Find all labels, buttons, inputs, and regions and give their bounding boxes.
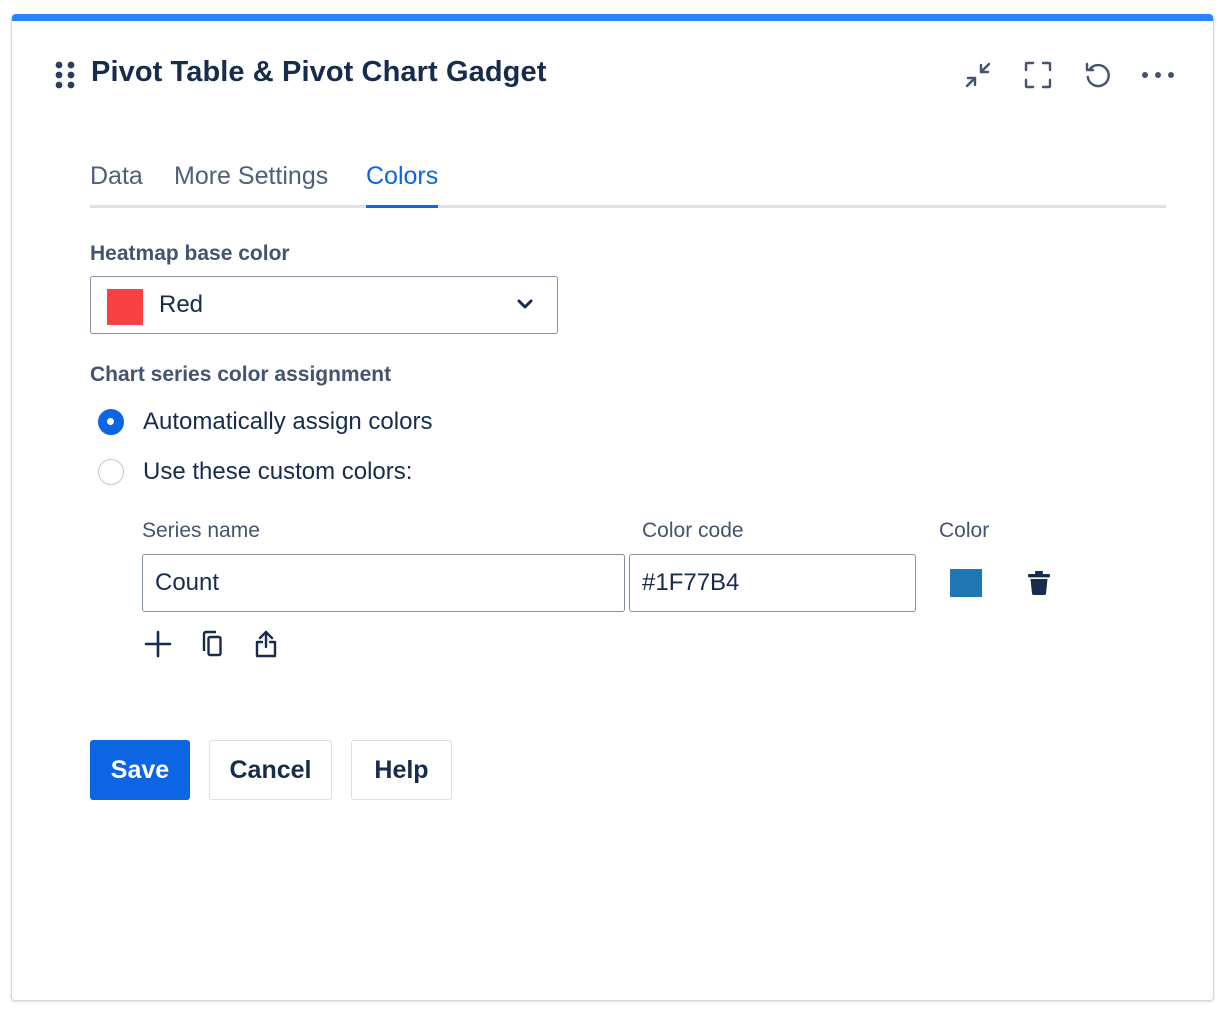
more-options-button[interactable] xyxy=(1139,58,1177,92)
tab-more-settings[interactable]: More Settings xyxy=(174,159,328,205)
header-actions xyxy=(959,58,1177,92)
trash-icon xyxy=(1028,571,1050,595)
export-button[interactable] xyxy=(250,628,282,660)
minimize-icon xyxy=(965,62,991,88)
settings-tabs: Data More Settings Colors xyxy=(90,159,1166,208)
refresh-button[interactable] xyxy=(1079,58,1117,92)
radio-auto-assign[interactable]: Automatically assign colors xyxy=(98,408,432,436)
heatmap-color-select[interactable]: Red xyxy=(90,276,558,334)
radio-custom-colors-control[interactable] xyxy=(98,459,124,485)
radio-auto-assign-control[interactable] xyxy=(98,409,124,435)
radio-custom-colors-label: Use these custom colors: xyxy=(143,458,413,485)
copy-icon xyxy=(202,630,222,657)
tab-data[interactable]: Data xyxy=(90,159,143,205)
col-head-color: Color xyxy=(939,519,990,542)
gadget-accent-bar xyxy=(12,14,1213,21)
help-button[interactable]: Help xyxy=(351,740,452,800)
series-color-swatch[interactable] xyxy=(950,569,982,597)
col-head-color-code: Color code xyxy=(642,519,744,542)
heatmap-color-value: Red xyxy=(159,291,204,318)
series-assignment-label: Chart series color assignment xyxy=(90,363,392,386)
row-actions xyxy=(142,628,282,660)
more-icon xyxy=(1142,72,1174,78)
tab-colors[interactable]: Colors xyxy=(366,159,439,208)
series-name-input[interactable] xyxy=(142,554,625,612)
fullscreen-button[interactable] xyxy=(1019,58,1057,92)
chevron-down-icon xyxy=(517,299,533,309)
heatmap-color-swatch xyxy=(107,289,143,325)
add-icon xyxy=(144,630,172,658)
col-head-series-name: Series name xyxy=(142,519,260,542)
fullscreen-icon xyxy=(1024,61,1052,89)
radio-custom-colors[interactable]: Use these custom colors: xyxy=(98,458,412,486)
delete-row-button[interactable] xyxy=(1027,570,1051,601)
minimize-button[interactable] xyxy=(959,58,997,92)
color-code-input[interactable] xyxy=(629,554,916,612)
gadget-title: Pivot Table & Pivot Chart Gadget xyxy=(91,56,547,88)
gadget-panel: Pivot Table & Pivot Chart Gadget Data Mo… xyxy=(11,14,1214,1001)
save-button[interactable]: Save xyxy=(90,740,190,800)
cancel-button[interactable]: Cancel xyxy=(209,740,332,800)
copy-row-button[interactable] xyxy=(196,628,228,660)
heatmap-color-label: Heatmap base color xyxy=(90,242,290,265)
radio-auto-assign-label: Automatically assign colors xyxy=(143,408,433,435)
add-row-button[interactable] xyxy=(142,628,174,660)
refresh-icon xyxy=(1085,62,1110,88)
share-icon xyxy=(255,630,277,658)
drag-handle-icon[interactable] xyxy=(54,60,76,90)
